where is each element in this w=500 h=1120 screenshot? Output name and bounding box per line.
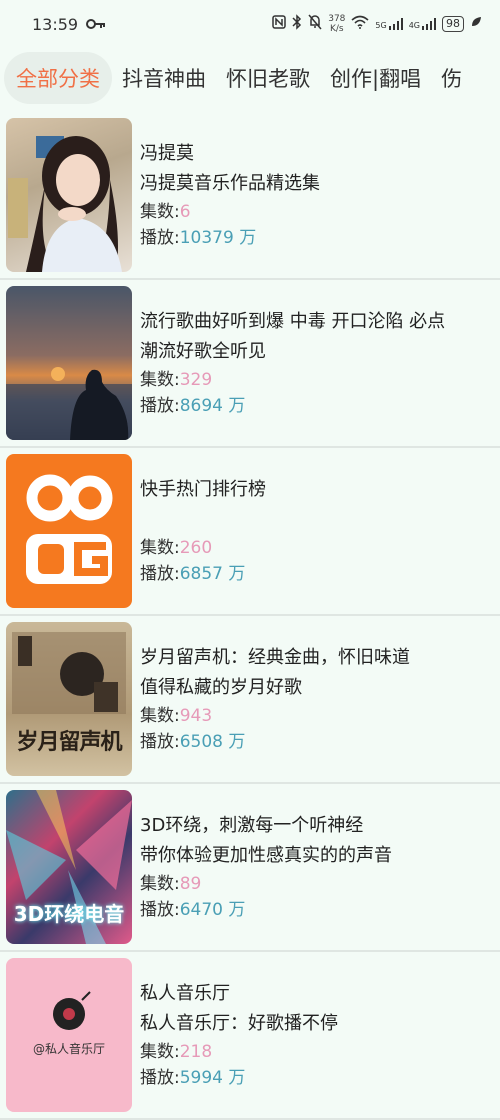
- playlist-cover: @私人音乐厅: [6, 958, 132, 1112]
- playlist-cover: [6, 286, 132, 440]
- list-item[interactable]: @私人音乐厅 私人音乐厅 私人音乐厅：好歌播不停 集数:218 播放:5994 …: [0, 952, 500, 1120]
- signal-5g-icon: 5G: [375, 18, 403, 30]
- tab-all-categories[interactable]: 全部分类: [4, 52, 112, 104]
- list-item[interactable]: 快手热门排行榜 集数:260 播放:6857 万: [0, 448, 500, 616]
- list-item[interactable]: 流行歌曲好听到爆 中毒 开口沦陷 必点 潮流好歌全听见 集数:329 播放:86…: [0, 280, 500, 448]
- item-subtitle: 私人音乐厅：好歌播不停: [140, 1013, 338, 1034]
- nfc-icon: [272, 15, 286, 33]
- item-subtitle: 潮流好歌全听见: [140, 341, 266, 362]
- network-speed: 378 K/s: [328, 14, 346, 34]
- episode-count: 集数:260: [140, 538, 213, 558]
- cover-text: 岁月留声机: [16, 729, 122, 755]
- list-item[interactable]: 岁月留声机 岁月留声机：经典金曲，怀旧味道 值得私藏的岁月好歌 集数:943 播…: [0, 616, 500, 784]
- category-tabs: 全部分类 抖音神曲 怀旧老歌 创作|翻唱 伤: [0, 50, 500, 106]
- key-icon: [86, 15, 106, 34]
- play-count: 播放:6508 万: [140, 732, 246, 752]
- signal-4g-icon: 4G: [409, 18, 436, 30]
- tab-douyin-hits[interactable]: 抖音神曲: [112, 52, 216, 104]
- episode-count: 集数:943: [140, 706, 213, 726]
- item-subtitle: [140, 505, 266, 535]
- item-subtitle: 值得私藏的岁月好歌: [140, 677, 302, 698]
- list-item[interactable]: 3D环绕电音 3D环绕，刺激每一个听神经 带你体验更加性感真实的的声音 集数:8…: [0, 784, 500, 952]
- playlist-list: 冯提莫 冯提莫音乐作品精选集 集数:6 播放:10379 万 流行歌曲好听到爆 …: [0, 112, 500, 1120]
- mute-bell-icon: [308, 14, 322, 34]
- list-item[interactable]: 冯提莫 冯提莫音乐作品精选集 集数:6 播放:10379 万: [0, 112, 500, 280]
- episode-count: 集数:218: [140, 1042, 213, 1062]
- battery-indicator: 98: [442, 16, 464, 32]
- play-count: 播放:10379 万: [140, 228, 257, 248]
- item-title: 3D环绕，刺激每一个听神经: [140, 815, 364, 836]
- kuaishou-logo: [6, 454, 132, 608]
- episode-count: 集数:329: [140, 370, 213, 390]
- item-subtitle: 冯提莫音乐作品精选集: [140, 173, 320, 194]
- status-bar: 13:59 378 K/s 5G 4G 98: [0, 0, 500, 48]
- play-count: 播放:8694 万: [140, 396, 246, 416]
- item-subtitle: 带你体验更加性感真实的的声音: [140, 845, 392, 866]
- leaf-icon: [470, 16, 482, 32]
- bluetooth-icon: [292, 14, 302, 34]
- playlist-cover: 3D环绕电音: [6, 790, 132, 944]
- play-count: 播放:6857 万: [140, 564, 246, 584]
- tab-original-cover[interactable]: 创作|翻唱: [320, 52, 431, 104]
- episode-count: 集数:89: [140, 874, 202, 894]
- play-count: 播放:6470 万: [140, 900, 246, 920]
- item-title: 岁月留声机：经典金曲，怀旧味道: [140, 647, 410, 668]
- item-title: 冯提莫: [140, 143, 194, 164]
- cover-text: 3D环绕电音: [13, 902, 125, 926]
- playlist-cover: [6, 118, 132, 272]
- cover-text: @私人音乐厅: [32, 1042, 105, 1056]
- item-title: 快手热门排行榜: [140, 479, 266, 500]
- item-title: 流行歌曲好听到爆 中毒 开口沦陷 必点: [140, 311, 446, 332]
- play-count: 播放:5994 万: [140, 1068, 246, 1088]
- tab-partial[interactable]: 伤: [431, 52, 472, 104]
- episode-count: 集数:6: [140, 202, 191, 222]
- playlist-cover: 岁月留声机: [6, 622, 132, 776]
- clock: 13:59: [32, 14, 79, 34]
- item-title: 私人音乐厅: [140, 983, 230, 1004]
- wifi-icon: [351, 15, 369, 33]
- tab-nostalgic-songs[interactable]: 怀旧老歌: [216, 52, 320, 104]
